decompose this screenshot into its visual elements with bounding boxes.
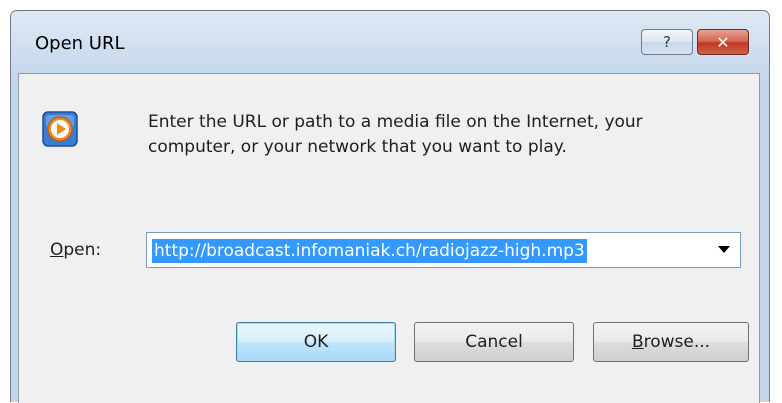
window-title: Open URL bbox=[35, 33, 125, 54]
close-icon: ✕ bbox=[716, 32, 730, 52]
cancel-button-label: Cancel bbox=[465, 332, 523, 352]
dropdown-arrow-icon[interactable] bbox=[718, 246, 730, 253]
prompt-text: Enter the URL or path to a media file on… bbox=[148, 112, 643, 157]
open-label: Open: bbox=[50, 240, 101, 260]
url-combobox[interactable]: http://broadcast.infomaniak.ch/radiojazz… bbox=[146, 232, 741, 268]
open-label-text: pen: bbox=[63, 240, 102, 260]
open-url-dialog: Open URL ? ✕ Enter the URL or path to a … bbox=[10, 10, 770, 403]
media-player-icon bbox=[42, 111, 78, 147]
help-icon: ? bbox=[663, 33, 671, 51]
dialog-body: Enter the URL or path to a media file on… bbox=[18, 73, 760, 403]
open-label-mnemonic: O bbox=[50, 240, 64, 260]
browse-text: rowse... bbox=[643, 332, 711, 352]
browse-button[interactable]: Browse... bbox=[593, 322, 749, 362]
browse-button-label: Browse... bbox=[632, 332, 710, 352]
title-bar[interactable]: Open URL ? ✕ bbox=[11, 11, 769, 73]
browse-mnemonic: B bbox=[631, 332, 644, 352]
url-input[interactable]: http://broadcast.infomaniak.ch/radiojazz… bbox=[152, 239, 587, 263]
ok-button[interactable]: OK bbox=[236, 322, 396, 362]
ok-button-label: OK bbox=[303, 332, 329, 352]
close-button[interactable]: ✕ bbox=[697, 29, 749, 55]
help-button[interactable]: ? bbox=[641, 29, 693, 55]
cancel-button[interactable]: Cancel bbox=[414, 322, 574, 362]
